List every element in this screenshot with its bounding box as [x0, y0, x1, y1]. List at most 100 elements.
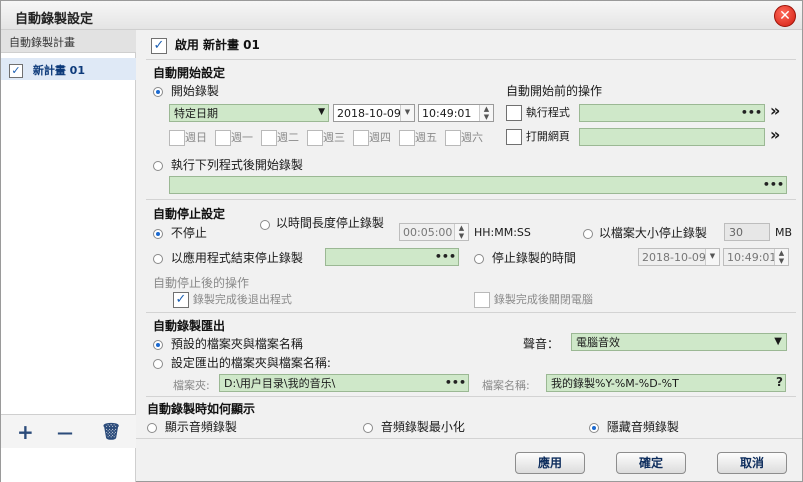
default-folder-radio[interactable] [153, 339, 163, 350]
exit-program-checkbox[interactable]: ✓ [173, 291, 189, 308]
weekday-checkbox[interactable] [307, 129, 323, 146]
time-spinner-icon[interactable]: ▲ ▼ [479, 105, 493, 121]
stop-time-spinner-icon[interactable]: ▲ ▼ [774, 249, 788, 265]
start-mode-select[interactable]: 特定日期 ▼ [169, 104, 329, 122]
duration-field[interactable]: 00:05:00 ▲ ▼ [399, 223, 469, 241]
weekday-checkbox[interactable] [215, 129, 231, 146]
filename-value: 我的錄製%Y-%M-%D-%T [551, 377, 679, 390]
apply-button[interactable]: 應用 [515, 452, 585, 474]
exit-program-option[interactable]: ✓ 錄製完成後退出程式 [173, 291, 292, 308]
start-recording-radio[interactable] [153, 86, 163, 97]
after-program-option[interactable]: 執行下列程式後開始錄製 [153, 156, 303, 173]
weekday-label: 週五 [415, 131, 437, 144]
remove-plan-icon[interactable]: — [57, 423, 73, 442]
hide-radio[interactable] [589, 422, 599, 433]
duration-unit: HH:MM:SS [474, 226, 531, 239]
size-field[interactable]: 30 [724, 223, 770, 241]
open-page-field[interactable] [579, 128, 765, 146]
duration-radio[interactable] [260, 219, 270, 230]
sound-label: 聲音： [523, 337, 560, 351]
before-actions-title: 自動開始前的操作 [506, 84, 603, 98]
close-icon[interactable]: ✕ [774, 5, 796, 27]
hide-option[interactable]: 隱藏音頻錄製 [589, 418, 679, 435]
start-date-field[interactable]: 2018-10-09 ▼ [333, 104, 415, 122]
auto-start-title: 自動開始設定 [153, 66, 226, 80]
run-program-arrow-icon[interactable]: » [770, 101, 780, 120]
weekday-option[interactable]: 週四 [353, 129, 399, 146]
weekday-option[interactable]: 週五 [399, 129, 445, 146]
sound-select[interactable]: 電腦音效 ▼ [571, 333, 787, 351]
default-folder-label: 預設的檔案夾與檔案名稱 [170, 337, 303, 351]
start-recording-option[interactable]: 開始錄製 [153, 82, 219, 99]
weekday-option[interactable]: 週一 [215, 129, 261, 146]
weekday-checkbox[interactable] [445, 129, 461, 146]
stop-date-field[interactable]: 2018-10-09 ▼ [638, 248, 720, 266]
app-end-field[interactable]: ••• [325, 248, 459, 266]
shutdown-label: 錄製完成後關閉電腦 [493, 293, 593, 306]
start-time-field[interactable]: 10:49:01 ▲ ▼ [418, 104, 494, 122]
open-page-arrow-icon[interactable]: » [770, 125, 780, 144]
size-option[interactable]: 以檔案大小停止錄製 [583, 224, 707, 241]
filename-field[interactable]: 我的錄製%Y-%M-%D-%T ? [546, 374, 786, 392]
weekday-option[interactable]: 週三 [307, 129, 353, 146]
weekday-checkbox[interactable] [261, 129, 277, 146]
run-program-option[interactable]: 執行程式 [506, 104, 570, 121]
no-stop-radio[interactable] [153, 228, 163, 239]
enable-plan[interactable]: ✓ 啟用 新計畫 01 [151, 36, 260, 54]
custom-folder-option[interactable]: 設定匯出的檔案夾與檔案名稱: [153, 354, 331, 371]
weekday-option[interactable]: 週二 [261, 129, 307, 146]
cancel-button[interactable]: 取消 [717, 452, 787, 474]
stop-time-radio[interactable] [474, 253, 484, 264]
program-path-field[interactable]: ••• [169, 176, 787, 194]
run-program-checkbox[interactable] [506, 104, 522, 121]
folder-dots-icon[interactable]: ••• [445, 375, 466, 390]
trash-icon[interactable]: 🗑 [101, 422, 121, 441]
no-stop-option[interactable]: 不停止 [153, 224, 207, 241]
ok-button[interactable]: 確定 [616, 452, 686, 474]
sidebar-toolbar: + — 🗑 [1, 414, 136, 448]
app-end-dots-icon[interactable]: ••• [435, 249, 456, 264]
stop-date-dropdown-icon[interactable]: ▼ [705, 249, 719, 265]
browse-dots-icon[interactable]: ••• [763, 177, 784, 192]
help-icon[interactable]: ? [776, 375, 783, 390]
after-program-radio[interactable] [153, 160, 163, 171]
folder-field[interactable]: D:\用户目录\我的音乐\ ••• [219, 374, 469, 392]
shutdown-checkbox[interactable] [474, 291, 490, 308]
sidebar-item-plan[interactable]: ✓ 新計畫 01 [1, 58, 136, 80]
stop-time-option[interactable]: 停止錄製的時間 [474, 249, 576, 266]
plan-checkbox[interactable]: ✓ [9, 64, 23, 78]
weekday-option[interactable]: 週六 [445, 129, 491, 146]
window-title: 自動錄製設定 [15, 12, 94, 27]
weekday-label: 週六 [461, 131, 483, 144]
settings-window: 自動錄製設定 ✕ 自動錄製計畫 ✓ 新計畫 01 + — 🗑 ✓ 啟用 新計畫 … [0, 0, 803, 482]
minimize-radio[interactable] [363, 422, 373, 433]
app-end-option[interactable]: 以應用程式結束停止錄製 [153, 249, 303, 266]
run-program-field[interactable]: ••• [579, 104, 765, 122]
weekday-label: 週日 [185, 131, 207, 144]
stop-time-field[interactable]: 10:49:01 ▲ ▼ [723, 248, 789, 266]
minimize-option[interactable]: 音頻錄製最小化 [363, 418, 465, 435]
weekday-option[interactable]: 週日 [169, 129, 215, 146]
app-end-radio[interactable] [153, 253, 163, 264]
default-folder-option[interactable]: 預設的檔案夾與檔案名稱 [153, 335, 303, 352]
open-page-option[interactable]: 打開網頁 [506, 128, 570, 145]
weekday-checkbox[interactable] [169, 129, 185, 146]
show-radio[interactable] [147, 422, 157, 433]
date-dropdown-icon[interactable]: ▼ [400, 105, 414, 121]
duration-option[interactable]: 以時間長度停止錄製 [260, 217, 396, 231]
run-program-dots-icon[interactable]: ••• [741, 105, 762, 120]
show-option[interactable]: 顯示音頻錄製 [147, 418, 237, 435]
no-stop-label: 不停止 [170, 226, 207, 240]
weekday-checkbox[interactable] [399, 129, 415, 146]
add-plan-icon[interactable]: + [17, 420, 34, 444]
weekday-checkbox[interactable] [353, 129, 369, 146]
auto-stop-title: 自動停止設定 [153, 207, 226, 221]
size-radio[interactable] [583, 228, 593, 239]
open-page-checkbox[interactable] [506, 128, 522, 145]
custom-folder-radio[interactable] [153, 358, 163, 369]
weekday-label: 週三 [323, 131, 345, 144]
duration-spinner-icon[interactable]: ▲ ▼ [454, 224, 468, 240]
shutdown-option[interactable]: 錄製完成後關閉電腦 [474, 291, 593, 308]
enable-plan-checkbox[interactable]: ✓ [151, 37, 167, 54]
weekday-label: 週二 [277, 131, 299, 144]
